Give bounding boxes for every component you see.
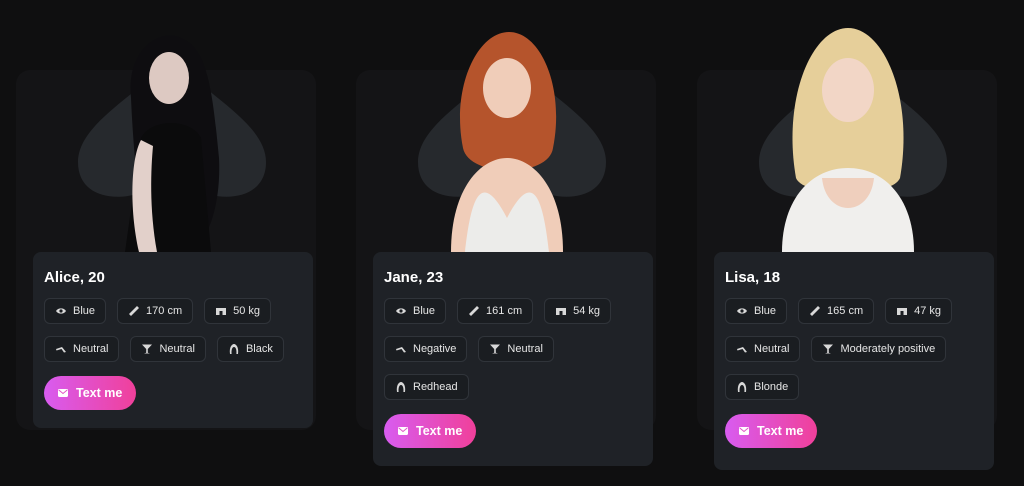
profile-photo[interactable]	[441, 28, 573, 252]
eye-color-tag: Blue	[384, 298, 447, 324]
weight-icon	[897, 308, 908, 315]
drink-tag: Neutral	[130, 336, 206, 362]
text-me-button[interactable]: Text me	[384, 414, 477, 448]
ruler-icon	[469, 306, 480, 316]
tag-label: 165 cm	[827, 305, 864, 317]
weight-tag: 47 kg	[885, 298, 953, 324]
tag-label: 47 kg	[914, 305, 942, 317]
hair-tag: Redhead	[384, 374, 469, 400]
profile-info-card: Lisa, 18 Blue 165 cm 47 kg Neutral Moder…	[714, 252, 994, 470]
mood-tag: Negative	[384, 336, 468, 362]
drink-tag: Neutral	[478, 336, 554, 362]
profile-photo[interactable]	[782, 28, 914, 252]
profile-tags: Blue 161 cm 54 kg Negative Neutral Redhe…	[384, 298, 642, 400]
mail-icon	[58, 389, 68, 397]
companions-page: Alice, 20 Blue 170 cm 50 kg Neutral Neut…	[0, 0, 1024, 486]
weight-tag: 54 kg	[544, 298, 612, 324]
hair-tag: Black	[216, 336, 284, 362]
weight-icon	[556, 308, 567, 315]
tag-label: 54 kg	[573, 305, 601, 317]
drink-tag: Moderately positive	[811, 336, 947, 362]
tag-label: Neutral	[73, 343, 109, 355]
tag-label: Moderately positive	[840, 343, 936, 355]
hair-tag: Blonde	[725, 374, 800, 400]
drink-icon	[142, 344, 153, 354]
profile-name: Jane, 23	[384, 269, 444, 286]
tag-label: Blue	[413, 305, 436, 317]
hair-icon	[737, 382, 747, 392]
text-me-label: Text me	[76, 386, 123, 400]
weight-tag: 50 kg	[204, 298, 272, 324]
mail-icon	[398, 427, 408, 435]
text-me-label: Text me	[757, 424, 804, 438]
height-tag: 161 cm	[457, 298, 534, 324]
profile-tags: Blue 170 cm 50 kg Neutral Neutral Black	[44, 298, 302, 362]
drink-icon	[490, 344, 501, 354]
tag-label: Blonde	[754, 381, 789, 393]
tag-label: Neutral	[754, 343, 790, 355]
eye-icon	[56, 308, 66, 314]
tag-label: 161 cm	[486, 305, 523, 317]
profile-tags: Blue 165 cm 47 kg Neutral Moderately pos…	[725, 298, 983, 400]
eye-color-tag: Blue	[725, 298, 788, 324]
tag-label: Black	[245, 343, 273, 355]
ruler-icon	[810, 306, 821, 316]
height-tag: 165 cm	[798, 298, 875, 324]
eye-icon	[737, 308, 747, 314]
drink-icon	[823, 344, 834, 354]
text-me-button[interactable]: Text me	[725, 414, 818, 448]
mail-icon	[739, 427, 749, 435]
profile-photo[interactable]	[101, 28, 233, 252]
weight-icon	[216, 308, 227, 315]
profile-info-card: Jane, 23 Blue 161 cm 54 kg Negative Neut…	[373, 252, 653, 466]
mood-tag: Neutral	[44, 336, 120, 362]
profile-info-card: Alice, 20 Blue 170 cm 50 kg Neutral Neut…	[33, 252, 313, 428]
mood-icon	[56, 347, 66, 353]
profile-card-jane: Jane, 23 Blue 161 cm 54 kg Negative Neut…	[356, 0, 656, 486]
text-me-label: Text me	[416, 424, 463, 438]
hair-icon	[396, 382, 406, 392]
eye-icon	[396, 308, 406, 314]
profile-card-alice: Alice, 20 Blue 170 cm 50 kg Neutral Neut…	[16, 0, 316, 486]
tag-label: Negative	[413, 343, 457, 355]
ruler-icon	[129, 306, 140, 316]
tag-label: 50 kg	[233, 305, 261, 317]
profile-name: Lisa, 18	[725, 269, 781, 286]
profile-name: Alice, 20	[44, 269, 105, 286]
mood-tag: Neutral	[725, 336, 801, 362]
eye-color-tag: Blue	[44, 298, 107, 324]
hair-icon	[229, 344, 239, 354]
tag-label: Blue	[754, 305, 777, 317]
tag-label: 170 cm	[146, 305, 183, 317]
mood-icon	[737, 347, 747, 353]
text-me-button[interactable]: Text me	[44, 376, 137, 410]
tag-label: Blue	[73, 305, 96, 317]
tag-label: Neutral	[159, 343, 195, 355]
profile-card-lisa: Lisa, 18 Blue 165 cm 47 kg Neutral Moder…	[697, 0, 997, 486]
height-tag: 170 cm	[117, 298, 194, 324]
mood-icon	[396, 347, 406, 353]
tag-label: Redhead	[413, 381, 458, 393]
tag-label: Neutral	[507, 343, 543, 355]
